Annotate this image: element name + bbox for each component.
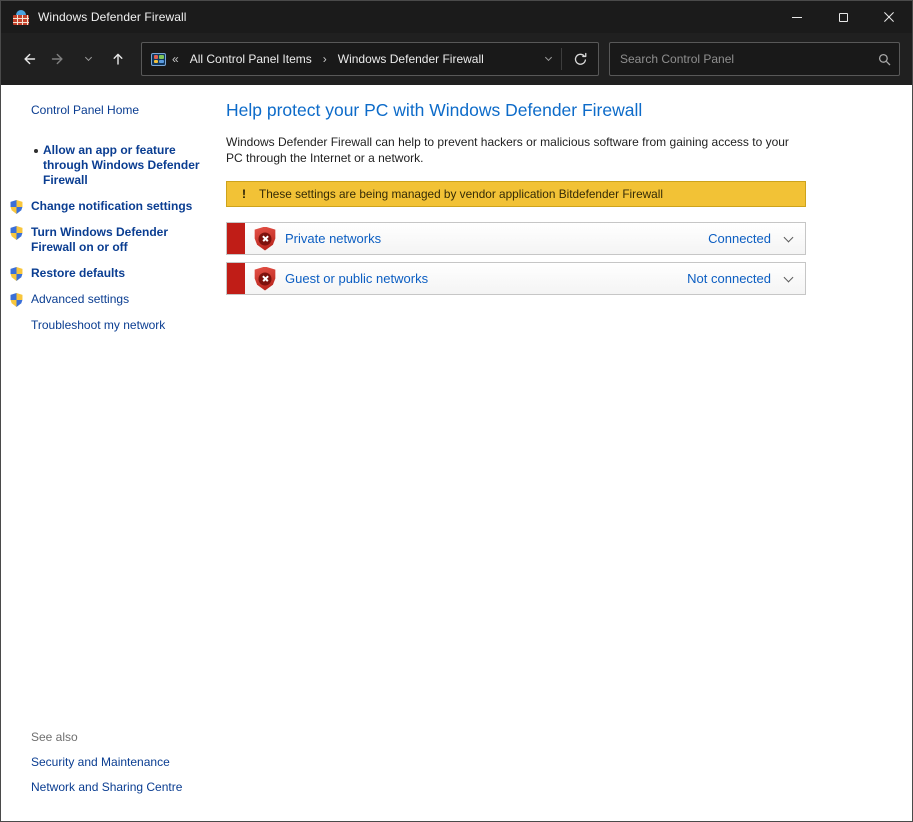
windows-defender-firewall-window: Windows Defender Firewall « All Control … [0,0,913,822]
sidebar-item-allow-app[interactable]: Allow an app or feature through Windows … [1,143,226,188]
forward-arrow-icon [50,51,67,67]
minimize-button[interactable] [774,1,820,33]
chevron-down-icon [783,232,793,242]
chevron-down-icon [783,272,793,282]
network-status: Connected [708,231,771,246]
intro-text: Windows Defender Firewall can help to pr… [226,134,804,166]
network-name: Private networks [285,231,381,246]
search-button[interactable] [869,53,899,66]
window-controls [774,1,912,33]
recent-pages-dropdown[interactable] [73,44,103,74]
firewall-off-shield-icon [254,227,276,251]
sidebar-item-control-panel-home[interactable]: Control Panel Home [31,103,226,117]
sidebar-item-label: Troubleshoot my network [31,318,165,333]
maximize-icon [839,13,848,22]
breadcrumb-separator-icon: › [317,52,333,66]
link-network-and-sharing-centre[interactable]: Network and Sharing Centre [31,780,226,794]
sidebar-item-label: Change notification settings [31,199,192,214]
sidebar-item-label: Advanced settings [31,292,129,307]
content-area: Control Panel Home Allow an app or featu… [1,85,912,821]
search-icon [878,53,891,66]
close-button[interactable] [866,1,912,33]
close-icon [883,11,895,23]
breadcrumb-overflow-chevrons[interactable]: « [166,52,185,66]
search-box [609,42,900,76]
see-also-heading: See also [31,730,226,744]
sidebar-item-troubleshoot-network[interactable]: Troubleshoot my network [1,318,226,333]
titlebar: Windows Defender Firewall [1,1,912,33]
refresh-button[interactable] [562,43,598,75]
sidebar-item-label: Allow an app or feature through Windows … [43,143,215,188]
breadcrumb-item-windows-defender-firewall[interactable]: Windows Defender Firewall [333,51,489,67]
firewall-app-icon [13,10,29,25]
warning-icon: ! [237,187,251,201]
page-title: Help protect your PC with Windows Defend… [226,100,912,121]
address-dropdown-button[interactable] [535,58,561,60]
link-security-and-maintenance[interactable]: Security and Maintenance [31,755,226,769]
address-bar[interactable]: « All Control Panel Items › Windows Defe… [141,42,599,76]
vendor-banner-text: These settings are being managed by vend… [259,187,663,201]
search-input[interactable] [610,52,869,66]
network-name: Guest or public networks [285,271,428,286]
sidebar-item-turn-firewall-on-off[interactable]: Turn Windows Defender Firewall on or off [1,225,226,255]
sidebar-item-change-notification-settings[interactable]: Change notification settings [1,199,226,214]
sidebar-item-advanced-settings[interactable]: Advanced settings [1,292,226,307]
sidebar-item-label: Turn Windows Defender Firewall on or off [31,225,203,255]
back-arrow-icon [20,51,37,67]
firewall-off-shield-icon [254,267,276,291]
sidebar-item-restore-defaults[interactable]: Restore defaults [1,266,226,281]
up-button[interactable] [103,44,133,74]
current-page-bullet-icon [34,149,38,153]
breadcrumb-item-all-control-panel-items[interactable]: All Control Panel Items [185,51,317,67]
expand-button[interactable] [771,237,805,241]
see-also-section: See also Security and Maintenance Networ… [1,730,226,805]
main-panel: Help protect your PC with Windows Defend… [226,85,912,821]
refresh-icon [573,52,588,67]
private-networks-bar[interactable]: Private networks Connected [226,222,806,255]
network-status: Not connected [687,271,771,286]
window-title: Windows Defender Firewall [38,10,187,24]
uac-shield-icon [10,293,23,307]
sidebar-item-label: Restore defaults [31,266,125,281]
forward-button[interactable] [43,44,73,74]
sidebar: Control Panel Home Allow an app or featu… [1,85,226,821]
maximize-button[interactable] [820,1,866,33]
minimize-icon [792,17,802,18]
vendor-managed-banner: ! These settings are being managed by ve… [226,181,806,207]
chevron-down-icon [84,54,91,61]
uac-shield-icon [10,226,23,240]
navigation-bar: « All Control Panel Items › Windows Defe… [1,33,912,85]
uac-shield-icon [10,200,23,214]
status-red-strip [227,223,245,254]
guest-public-networks-bar[interactable]: Guest or public networks Not connected [226,262,806,295]
control-panel-icon [151,53,166,66]
back-button[interactable] [13,44,43,74]
chevron-down-icon [544,54,551,61]
up-arrow-icon [110,51,126,67]
status-red-strip [227,263,245,294]
expand-button[interactable] [771,277,805,281]
uac-shield-icon [10,267,23,281]
